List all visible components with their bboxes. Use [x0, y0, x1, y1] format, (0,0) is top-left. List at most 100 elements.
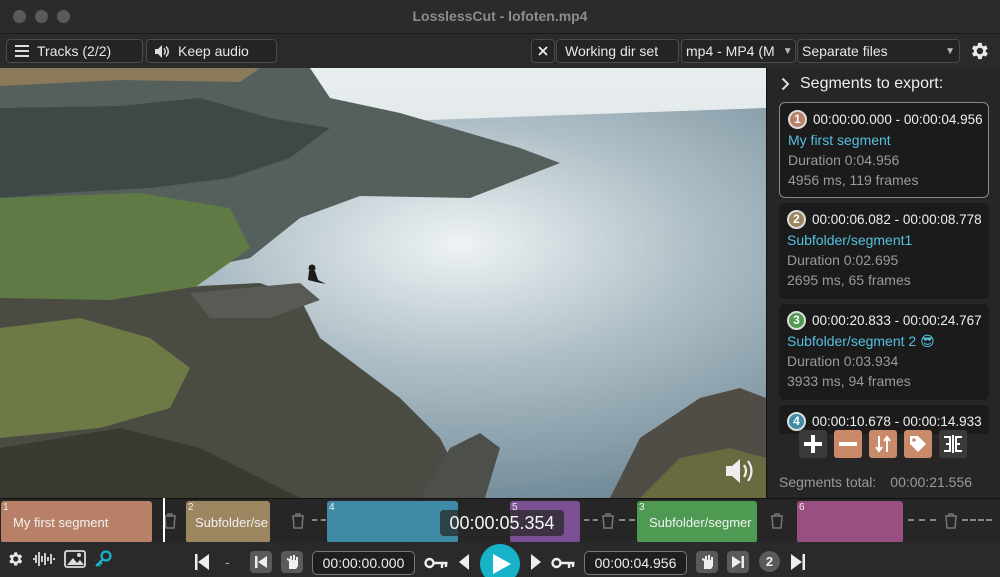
timeline-segment-4[interactable]: 4 [327, 501, 458, 543]
tracks-label: Tracks (2/2) [37, 43, 112, 59]
play-button[interactable] [480, 544, 520, 577]
output-mode-select[interactable]: Separate files ▼ [797, 39, 960, 63]
key-icon[interactable] [94, 550, 112, 568]
set-cut-start-button[interactable] [281, 551, 303, 573]
thumbnails-icon[interactable] [64, 550, 86, 568]
cut-end-input[interactable]: 00:00:04.956 [584, 551, 687, 575]
segment-card-2[interactable]: 2 00:00:06.082 - 00:00:08.778 Subfolder/s… [779, 203, 989, 299]
timeline-gap [908, 519, 936, 521]
gear-icon[interactable] [6, 550, 24, 568]
title-bar: LosslessCut - lofoten.mp4 [0, 0, 1000, 34]
speaker-icon [155, 44, 169, 58]
segments-panel-header[interactable]: Segments to export: [781, 72, 943, 96]
segment-number-badge: 4 [787, 411, 806, 431]
add-segment-button[interactable] [799, 430, 827, 458]
segment-range: 00:00:06.082 - 00:00:08.778 [812, 211, 982, 227]
set-cut-end-button[interactable] [696, 551, 718, 573]
timeline-gap [962, 519, 992, 521]
timeline-segment-index: 1 [3, 502, 9, 513]
playhead[interactable] [163, 498, 165, 542]
step-forward-icon[interactable] [531, 554, 541, 570]
output-mode-value: Separate files [802, 43, 888, 59]
plus-icon [804, 435, 822, 453]
sort-icon [875, 435, 891, 453]
working-dir-button[interactable]: Working dir set [556, 39, 679, 63]
jump-cut-end-button[interactable] [727, 551, 749, 573]
key-icon[interactable] [424, 557, 448, 569]
hand-icon [286, 555, 298, 569]
timeline-segment-index: 2 [188, 502, 194, 513]
chevron-right-icon[interactable] [781, 77, 790, 91]
split-icon [944, 435, 962, 453]
segment-name: Subfolder/segment1 [787, 232, 913, 248]
tracks-button[interactable]: Tracks (2/2) [6, 39, 143, 63]
timeline-gap [584, 519, 598, 521]
top-toolbar: Tracks (2/2) Keep audio Working dir set … [0, 34, 1000, 68]
segment-detail: 4956 ms, 119 frames [788, 172, 919, 188]
timeline-gap [312, 519, 326, 521]
clear-workdir-button[interactable] [531, 39, 555, 63]
jump-end-icon[interactable] [791, 554, 805, 570]
cut-start-input[interactable]: 00:00:00.000 [312, 551, 415, 575]
hand-icon [701, 555, 713, 569]
list-icon [15, 45, 29, 57]
timeline-segment-index: 4 [329, 502, 335, 513]
keep-audio-label: Keep audio [178, 43, 249, 59]
timeline-segment-2[interactable]: 2 Subfolder/se [186, 501, 270, 543]
keep-audio-button[interactable]: Keep audio [146, 39, 277, 63]
label-segment-button[interactable] [904, 430, 932, 458]
video-frame [0, 68, 766, 498]
waveform-icon[interactable] [32, 550, 56, 568]
trash-icon[interactable] [291, 513, 305, 529]
segment-card-1[interactable]: 1 00:00:00.000 - 00:00:04.956 My first se… [779, 102, 989, 198]
segments-total: Segments total: 00:00:21.556 [779, 474, 972, 490]
segment-number-badge: 1 [788, 109, 807, 129]
play-icon [493, 554, 511, 574]
segment-duration: Duration 0:03.934 [787, 353, 899, 369]
jump-cut-start-button[interactable] [250, 551, 272, 573]
segment-card-3[interactable]: 3 00:00:20.833 - 00:00:24.767 Subfolder/s… [779, 304, 989, 400]
minus-icon [839, 442, 857, 446]
segment-range: 00:00:00.000 - 00:00:04.956 [813, 111, 983, 127]
timeline-segment-label: Subfolder/se [195, 515, 268, 530]
remove-segment-button[interactable] [834, 430, 862, 458]
key-icon[interactable] [551, 557, 575, 569]
timeline-segment-3[interactable]: 3 Subfolder/segmer [637, 501, 757, 543]
segment-tools [799, 430, 967, 458]
sort-segments-button[interactable] [869, 430, 897, 458]
segment-duration: Duration 0:02.695 [787, 252, 899, 268]
segments-total-value: 00:00:21.556 [890, 474, 973, 490]
segment-detail: 2695 ms, 65 frames [787, 272, 911, 288]
segment-range: 00:00:20.833 - 00:00:24.767 [812, 312, 982, 328]
segment-number-badge: 3 [787, 310, 806, 330]
chevron-down-icon: ▼ [945, 45, 955, 57]
segments-panel: Segments to export: 1 00:00:00.000 - 00:0… [766, 68, 1000, 498]
close-icon [538, 46, 548, 56]
format-select[interactable]: mp4 - MP4 (M ▼ [681, 39, 796, 63]
trash-icon[interactable] [163, 513, 177, 529]
segment-list[interactable]: 1 00:00:00.000 - 00:00:04.956 My first se… [779, 102, 989, 434]
segment-number-indicator[interactable]: 2 [759, 551, 780, 572]
split-segment-button[interactable] [939, 430, 967, 458]
timeline-segment-6[interactable]: 6 [797, 501, 903, 543]
volume-icon[interactable] [724, 456, 758, 486]
timeline-segment-1[interactable]: 1 My first segment [1, 501, 152, 543]
tag-icon [910, 436, 926, 452]
segment-name: Subfolder/segment 2 😎 [787, 333, 935, 349]
trash-icon[interactable] [601, 513, 615, 529]
trash-icon[interactable] [944, 513, 958, 529]
timeline-segment-index: 6 [799, 502, 805, 513]
step-back-icon[interactable] [459, 554, 469, 570]
separator-dash: - [225, 554, 230, 570]
format-value: mp4 - MP4 (M [686, 43, 775, 59]
timeline-segment-label: Subfolder/segmer [649, 515, 752, 530]
segment-number-badge: 2 [787, 209, 806, 229]
chevron-down-icon: ▼ [782, 45, 793, 57]
trash-icon[interactable] [770, 513, 784, 529]
segment-name: My first segment [788, 132, 891, 148]
video-player[interactable] [0, 68, 766, 498]
gear-icon[interactable] [968, 40, 990, 62]
timeline-gap [619, 519, 635, 521]
jump-cut-start-icon [255, 556, 267, 568]
jump-start-icon[interactable] [195, 554, 209, 570]
